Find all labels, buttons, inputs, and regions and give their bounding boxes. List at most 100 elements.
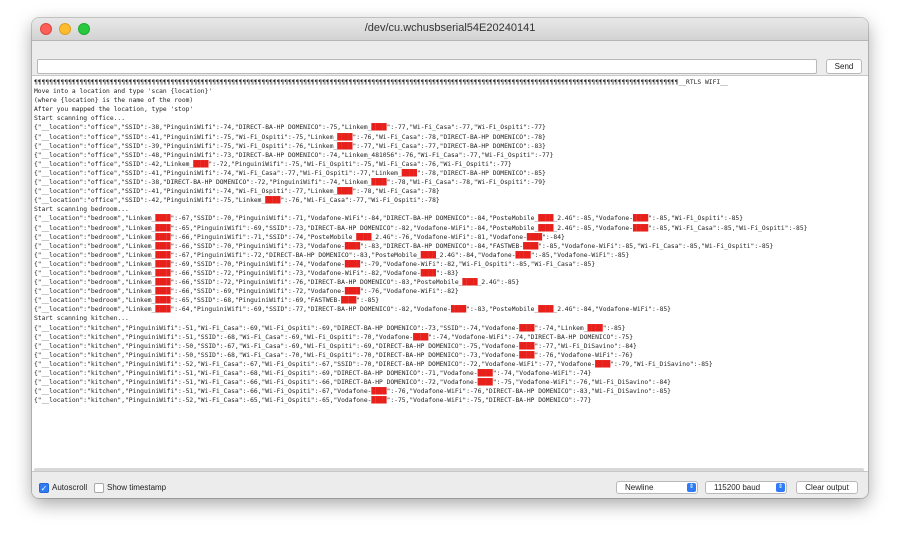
output-line: {"__location":"kitchen","PinguiniWifi":-… [34,360,713,368]
line-ending-select[interactable]: Newline ⇕ [616,481,698,494]
redaction-mark: ████ [371,179,387,187]
output-line: {"__location":"office","SSID":-42,"Linke… [34,160,512,168]
redaction-mark: ████ [371,388,387,396]
redaction-mark: ████ [420,269,436,277]
redaction-mark: ████ [155,215,171,223]
output-line: {"__location":"kitchen","PinguiniWifi":-… [34,342,637,350]
redaction-mark: ████ [538,215,554,223]
baud-rate-value: 115200 baud [714,483,761,492]
autoscroll-label: Autoscroll [52,483,88,492]
redaction-mark: ████ [477,370,493,377]
show-timestamp-checkbox[interactable] [94,483,104,493]
redaction-mark: ████ [538,224,554,232]
serial-monitor-window: /dev/cu.wchusbserial54E20240141 Send ¶¶¶… [32,18,868,498]
redaction-mark: ████ [595,360,611,368]
redaction-mark: ████ [413,333,429,341]
baud-rate-select[interactable]: 115200 baud ⇕ [705,481,787,494]
serial-output-area[interactable]: ¶¶¶¶¶¶¶¶¶¶¶¶¶¶¶¶¶¶¶¶¶¶¶¶¶¶¶¶¶¶¶¶¶¶¶¶¶¶¶¶… [32,75,868,472]
redaction-mark: ████ [155,242,171,250]
show-timestamp-label: Show timestamp [107,483,167,492]
redaction-mark: ████ [523,242,539,250]
output-line: {"__location":"office","SSID":-38,"Pingu… [34,124,546,132]
redaction-mark: ████ [633,215,649,223]
serial-send-input[interactable] [37,59,817,74]
updown-chevron-icon: ⇕ [687,483,696,492]
output-line: {"__location":"bedroom","Linkem_████":-6… [34,288,459,296]
redaction-mark: ████ [401,169,417,177]
output-line: {"__location":"bedroom","Linkem_████":-6… [34,224,808,232]
output-line: {"__location":"office","SSID":-41,"Pingu… [34,133,546,141]
autoscroll-checkbox[interactable]: ✓ [39,483,49,493]
output-line: {"__location":"bedroom","Linkem_████":-6… [34,251,630,259]
output-line: {"__location":"office","SSID":-42,"Pingu… [34,197,440,205]
redaction-mark: ████ [451,306,467,314]
redaction-mark: ████ [155,260,171,268]
redaction-mark: ████ [155,224,171,232]
output-line: {"__location":"kitchen","PinguiniWifi":-… [34,351,634,359]
output-line: Start scanning office... [34,115,125,123]
redaction-mark: ████ [155,251,171,259]
output-line: {"__location":"kitchen","PinguiniWifi":-… [34,324,626,332]
redaction-mark: ████ [356,233,372,241]
clear-output-button[interactable]: Clear output [796,481,858,494]
redaction-mark: ████ [371,124,387,132]
redaction-mark: ████ [344,260,361,268]
send-bar: Send [32,41,868,75]
output-line: ¶¶¶¶¶¶¶¶¶¶¶¶¶¶¶¶¶¶¶¶¶¶¶¶¶¶¶¶¶¶¶¶¶¶¶¶¶¶¶¶… [34,79,728,86]
redaction-mark: ████ [526,233,543,241]
redaction-mark: ████ [193,160,209,168]
output-line: {"__location":"office","SSID":-41,"Pingu… [34,169,546,177]
redaction-mark: ████ [337,133,353,141]
redaction-mark: ████ [155,297,171,305]
output-line: {"__location":"bedroom","Linkem_████":-6… [34,279,520,287]
redaction-mark: ████ [155,269,171,277]
redaction-mark: ████ [462,279,478,287]
redaction-mark: ████ [337,188,353,196]
redaction-mark: ████ [515,251,531,259]
output-line: {"__location":"kitchen","PinguiniWifi":-… [34,370,592,377]
redaction-mark: ████ [633,224,649,232]
redaction-mark: ████ [155,288,171,296]
output-line: {"__location":"bedroom","Linkem_████":-6… [34,233,565,241]
redaction-mark: ████ [420,251,436,259]
output-line: {"__location":"office","SSID":-38,"DIREC… [34,179,546,187]
send-button[interactable]: Send [826,59,862,74]
output-line: (where {location} is the name of the roo… [34,97,194,105]
output-line: After you mapped the location, type 'sto… [34,106,194,114]
output-line: {"__location":"office","SSID":-48,"Pingu… [34,151,554,159]
window-title: /dev/cu.wchusbserial54E20240141 [364,22,536,34]
title-bar: /dev/cu.wchusbserial54E20240141 [32,18,868,41]
output-lines: ¶¶¶¶¶¶¶¶¶¶¶¶¶¶¶¶¶¶¶¶¶¶¶¶¶¶¶¶¶¶¶¶¶¶¶¶¶¶¶¶… [34,78,864,405]
redaction-mark: ████ [587,324,603,332]
redaction-mark: ████ [538,306,554,314]
line-ending-value: Newline [625,483,654,492]
output-line: {"__location":"bedroom","Linkem_████":-6… [34,306,671,314]
output-line: Move into a location and type 'scan {loc… [34,88,213,96]
redaction-mark: ████ [155,233,171,241]
redaction-mark: ████ [265,197,281,205]
output-line: {"__location":"kitchen","PinguiniWifi":-… [34,388,671,396]
redaction-mark: ████ [519,324,535,332]
redaction-mark: ████ [519,342,535,350]
redaction-mark: ████ [344,288,361,296]
redaction-mark: ████ [477,379,493,387]
redaction-mark: ████ [155,306,171,314]
output-line: {"__location":"office","SSID":-39,"Pingu… [34,142,546,150]
bottom-toolbar: ✓ Autoscroll Show timestamp Newline ⇕ 11… [32,471,868,498]
redaction-mark: ████ [344,242,361,250]
output-line: {"__location":"bedroom","Linkem_████":-6… [34,242,774,250]
output-line: {"__location":"bedroom","Linkem_████":-6… [34,260,596,268]
output-line: Start scanning bedroom... [34,206,129,214]
output-line: {"__location":"bedroom","Linkem_████":-6… [34,215,743,223]
output-line: {"__location":"bedroom","Linkem_████":-6… [34,297,380,305]
output-line: Start scanning kitchen... [34,315,129,323]
redaction-mark: ████ [337,142,353,150]
redaction-mark: ████ [155,279,171,287]
output-line: {"__location":"office","SSID":-41,"Pingu… [34,188,440,196]
redaction-mark: ████ [341,297,357,305]
output-line: {"__location":"bedroom","Linkem_████":-6… [34,269,459,277]
output-line: {"__location":"kitchen","PinguiniWifi":-… [34,379,671,387]
output-line: {"__location":"kitchen","PinguiniWifi":-… [34,333,633,341]
updown-chevron-icon: ⇕ [776,483,785,492]
output-line: {"__location":"kitchen","PinguiniWifi":-… [34,397,592,405]
